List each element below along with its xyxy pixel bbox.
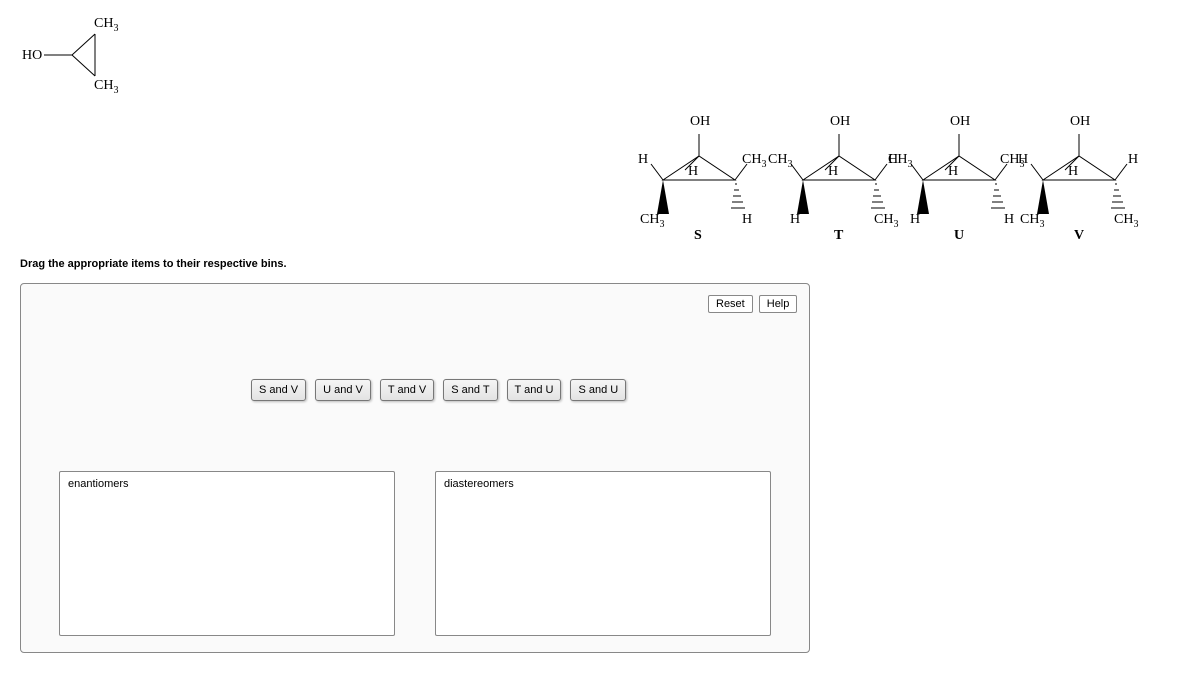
- drag-item[interactable]: S and T: [443, 379, 497, 401]
- drag-item[interactable]: S and U: [570, 379, 626, 401]
- drag-item[interactable]: S and V: [251, 379, 306, 401]
- u-dl: H: [910, 212, 920, 228]
- ref-label-ho: HO: [22, 48, 42, 64]
- v-dr: CH3: [1114, 212, 1138, 230]
- s-dr: H: [742, 212, 752, 228]
- t-upl: CH3: [768, 152, 792, 170]
- s-id: S: [694, 228, 702, 244]
- instruction-text: Drag the appropriate items to their resp…: [20, 258, 287, 270]
- u-upl: CH3: [888, 152, 912, 170]
- t-id: T: [834, 228, 843, 244]
- v-upl: H: [1018, 152, 1028, 168]
- help-button[interactable]: Help: [759, 295, 798, 313]
- sort-area: S and V U and V T and V S and T T and U …: [20, 283, 810, 653]
- t-dl: H: [790, 212, 800, 228]
- v-in: H: [1068, 164, 1078, 180]
- drag-items-row: S and V U and V T and V S and T T and U …: [251, 379, 626, 401]
- u-top: OH: [950, 114, 970, 130]
- u-id: U: [954, 228, 964, 244]
- bin-enantiomers[interactable]: enantiomers: [59, 471, 395, 636]
- t-top: OH: [830, 114, 850, 130]
- v-top: OH: [1070, 114, 1090, 130]
- structure-u-svg: [905, 120, 1013, 230]
- reset-button[interactable]: Reset: [708, 295, 753, 313]
- v-upr: H: [1128, 152, 1138, 168]
- drag-item[interactable]: T and U: [507, 379, 562, 401]
- s-upr: CH3: [742, 152, 766, 170]
- drag-item[interactable]: U and V: [315, 379, 371, 401]
- u-dr: H: [1004, 212, 1014, 228]
- s-dl: CH3: [640, 212, 664, 230]
- button-row: Reset Help: [708, 295, 797, 313]
- s-in: H: [688, 164, 698, 180]
- t-in: H: [828, 164, 838, 180]
- t-dr: CH3: [874, 212, 898, 230]
- bin-label-right: diastereomers: [444, 478, 514, 490]
- u-in: H: [948, 164, 958, 180]
- bin-label-left: enantiomers: [68, 478, 129, 490]
- ref-label-ch3-bot: CH3: [94, 78, 118, 96]
- s-top: OH: [690, 114, 710, 130]
- ref-label-ch3-top: CH3: [94, 16, 118, 34]
- v-id: V: [1074, 228, 1084, 244]
- s-upl: H: [638, 152, 648, 168]
- bin-diastereomers[interactable]: diastereomers: [435, 471, 771, 636]
- drag-item[interactable]: T and V: [380, 379, 434, 401]
- v-dl: CH3: [1020, 212, 1044, 230]
